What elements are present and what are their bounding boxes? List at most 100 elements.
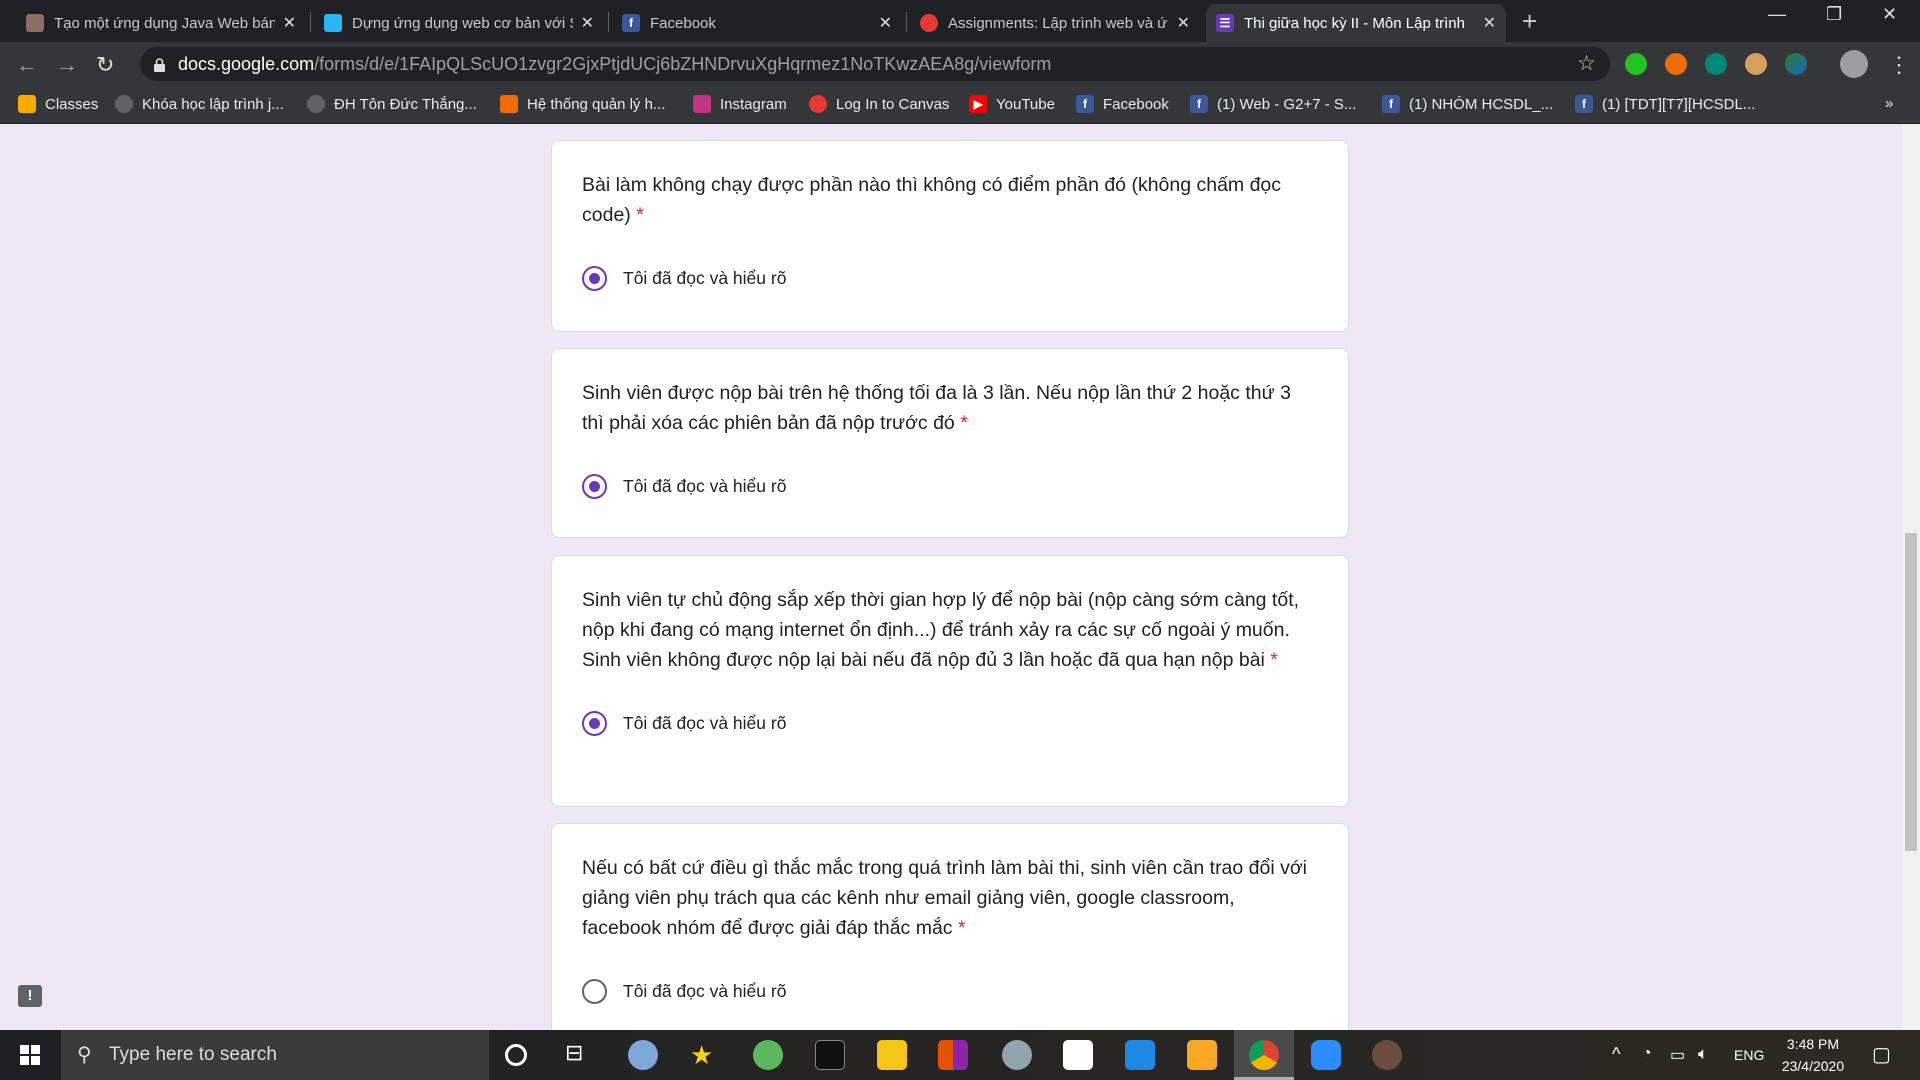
notification-icon[interactable]: ▢ <box>1872 1042 1891 1067</box>
bookmarks-bar: Classes Khóa học lập trình j... ĐH Tôn Đ… <box>0 86 1920 124</box>
store-icon[interactable] <box>1063 1040 1093 1070</box>
tab-java-web[interactable]: Tạo một ứng dụng Java Web bán ✕ <box>16 4 306 42</box>
bookmark-label: (1) Web - G2+7 - S... <box>1217 95 1357 113</box>
radio-option[interactable]: Tôi đã đọc và hiểu rõ <box>582 474 1318 499</box>
bookmark-khoa-hoc[interactable]: Khóa học lập trình j... <box>115 95 284 113</box>
bookmark-star-icon[interactable]: ☆ <box>1577 51 1596 76</box>
bookmark-tdtu[interactable]: ĐH Tôn Đức Thắng... <box>307 95 477 113</box>
tab-google-form[interactable]: ☰ Thi giữa học kỳ II - Môn Lập trình ✕ <box>1206 4 1506 42</box>
task-view-icon[interactable]: ⊟ <box>565 1040 595 1070</box>
volume-icon[interactable]: 🔈︎ <box>1698 1044 1708 1064</box>
new-tab-button[interactable]: + <box>1522 6 1537 37</box>
minimize-button[interactable]: — <box>1768 4 1786 25</box>
zoom-icon[interactable] <box>1311 1040 1341 1070</box>
radio-button[interactable] <box>582 474 607 499</box>
youtube-icon: ▶ <box>969 95 987 113</box>
tab-title: Assignments: Lập trình web và ứ <box>948 14 1168 32</box>
bookmark-label: YouTube <box>996 95 1055 113</box>
bookmark-fb-hcsdl[interactable]: f (1) NHÓM HCSDL_... <box>1382 95 1553 113</box>
feedback-icon[interactable]: ! <box>18 985 42 1007</box>
profile-avatar[interactable] <box>1840 50 1868 78</box>
star-app-icon[interactable]: ★ <box>690 1040 720 1070</box>
terminal-icon[interactable] <box>815 1040 845 1070</box>
address-bar[interactable]: docs.google.com/forms/d/e/1FAIpQLScUO1zv… <box>140 47 1610 81</box>
question-card: Sinh viên tự chủ động sắp xếp thời gian … <box>551 555 1349 807</box>
radio-option[interactable]: Tôi đã đọc và hiểu rõ <box>582 979 1318 1004</box>
chrome-taskbar-button[interactable] <box>1234 1030 1294 1080</box>
facebook-icon: f <box>1382 95 1400 113</box>
clock[interactable]: 3:48 PM 23/4/2020 <box>1778 1036 1848 1074</box>
date: 23/4/2020 <box>1781 1058 1845 1074</box>
bookmark-label: Classes <box>45 95 99 113</box>
facebook-icon: f <box>1575 95 1593 113</box>
bookmark-canvas[interactable]: Log In to Canvas <box>809 95 949 113</box>
radio-button[interactable] <box>582 979 607 1004</box>
radio-button[interactable] <box>582 266 607 291</box>
bookmark-youtube[interactable]: ▶ YouTube <box>969 95 1055 113</box>
scrollbar[interactable] <box>1902 125 1920 1030</box>
tab-title: Dựng ứng dụng web cơ bản với S <box>352 14 573 32</box>
question-text: Sinh viên tự chủ động sắp xếp thời gian … <box>582 589 1300 671</box>
windows-start-icon[interactable] <box>20 1045 40 1070</box>
more-bookmarks-button[interactable]: » <box>1885 95 1893 112</box>
reload-button[interactable]: ↻ <box>96 52 114 78</box>
close-icon[interactable]: ✕ <box>1177 13 1190 33</box>
option-label: Tôi đã đọc và hiểu rõ <box>623 713 787 733</box>
chevron-up-icon[interactable]: ^ <box>1612 1044 1620 1065</box>
browser-toolbar: ← → ↻ docs.google.com/forms/d/e/1FAIpQLS… <box>0 42 1920 86</box>
close-window-button[interactable]: ✕ <box>1882 4 1897 25</box>
restore-button[interactable]: ❐ <box>1826 4 1842 25</box>
radio-option[interactable]: Tôi đã đọc và hiểu rõ <box>582 711 1318 736</box>
close-icon[interactable]: ✕ <box>879 13 892 33</box>
bookmark-he-thong[interactable]: Hệ thống quản lý h... <box>500 95 665 113</box>
like-extension-icon[interactable] <box>1625 53 1647 75</box>
cookie-extension-icon[interactable] <box>1745 53 1767 75</box>
pin-icon <box>324 14 342 32</box>
paint-icon[interactable] <box>628 1040 658 1070</box>
bookmark-fb-tdt[interactable]: f (1) [TDT][T7][HCSDL... <box>1575 95 1755 113</box>
bookmark-fb-web[interactable]: f (1) Web - G2+7 - S... <box>1190 95 1356 113</box>
question-card: Nếu có bất cứ điều gì thắc mắc trong quá… <box>551 823 1349 1030</box>
cortana-icon[interactable] <box>505 1044 527 1066</box>
bookmark-classes[interactable]: Classes <box>18 95 98 113</box>
dictionary-icon[interactable] <box>877 1040 907 1070</box>
chart-icon <box>500 95 518 113</box>
classroom-icon <box>18 95 36 113</box>
robot-icon[interactable] <box>1002 1040 1032 1070</box>
battery-icon[interactable]: ▭ <box>1670 1045 1685 1065</box>
close-icon[interactable]: ✕ <box>581 13 594 33</box>
tab-strip: Tạo một ứng dụng Java Web bán ✕ Dựng ứng … <box>0 0 1920 42</box>
shield-extension-icon[interactable] <box>1705 53 1727 75</box>
option-label: Tôi đã đọc và hiểu rõ <box>623 981 787 1001</box>
office-icon[interactable] <box>938 1040 968 1070</box>
download-manager-icon[interactable] <box>1785 53 1807 75</box>
close-icon[interactable]: ✕ <box>1483 13 1496 33</box>
taskbar-search[interactable]: ⚲ Type here to search <box>61 1030 489 1080</box>
close-icon[interactable]: ✕ <box>283 13 296 33</box>
question-text: Sinh viên được nộp bài trên hệ thống tối… <box>582 382 1291 434</box>
forward-button[interactable]: → <box>56 52 78 78</box>
tab-spring[interactable]: Dựng ứng dụng web cơ bản với S ✕ <box>314 4 604 42</box>
mail-icon[interactable] <box>1125 1040 1155 1070</box>
instagram-icon <box>693 95 711 113</box>
radio-button[interactable] <box>582 711 607 736</box>
file-explorer-icon[interactable] <box>1187 1040 1217 1070</box>
back-button[interactable]: ← <box>16 52 38 78</box>
tab-assignments[interactable]: Assignments: Lập trình web và ứ ✕ <box>910 4 1200 42</box>
scrollbar-thumb[interactable] <box>1905 533 1917 851</box>
bookmark-label: (1) NHÓM HCSDL_... <box>1409 95 1554 113</box>
wifi-icon[interactable]: ◔ <box>1642 1045 1652 1063</box>
question-text: Nếu có bất cứ điều gì thắc mắc trong quá… <box>582 857 1307 939</box>
tab-facebook[interactable]: f Facebook ✕ <box>612 4 902 42</box>
gear-app-icon[interactable] <box>1372 1040 1402 1070</box>
menu-icon[interactable]: ⋮ <box>1888 52 1910 78</box>
bookmark-facebook[interactable]: f Facebook <box>1076 95 1169 113</box>
radio-option[interactable]: Tôi đã đọc và hiểu rõ <box>582 266 1318 291</box>
bookmark-instagram[interactable]: Instagram <box>693 95 787 113</box>
url-host: docs.google.com <box>178 53 315 74</box>
time: 3:48 PM <box>1786 1036 1840 1052</box>
fire-extension-icon[interactable] <box>1665 53 1687 75</box>
coccoc-icon[interactable] <box>753 1040 783 1070</box>
required-mark: * <box>957 917 966 939</box>
language-indicator[interactable]: ENG <box>1734 1047 1764 1063</box>
